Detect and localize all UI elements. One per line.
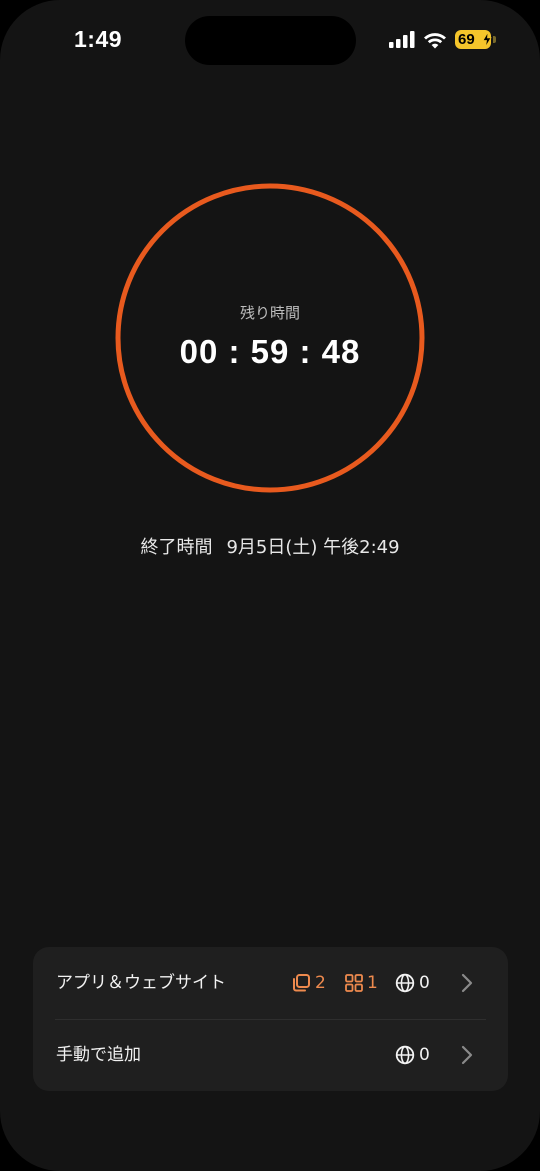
apps-count-stat: 2 [291,947,326,1019]
remaining-time-value: 00 : 59 : 48 [179,333,361,370]
blocked-items-card: アプリ＆ウェブサイト 2 1 0 手動で追加 0 [33,947,508,1091]
remaining-time-label: 残り時間 [239,304,300,322]
apps-websites-label: アプリ＆ウェブサイト [56,973,226,993]
manual-web-count-stat: 0 [395,1019,430,1091]
manual-add-label: 手動で追加 [56,1045,141,1065]
categories-count: 1 [367,973,378,993]
apps-count: 2 [315,973,326,993]
status-time: 1:49 [74,26,123,52]
apps-websites-row[interactable]: アプリ＆ウェブサイト 2 1 0 [33,947,508,1019]
battery-nub [493,36,496,43]
end-time-label: 終了時間 [140,537,213,558]
end-time-value: 9月5日(土) 午後2:49 [226,537,400,558]
bolt-icon [482,32,492,47]
cellular-signal-icon [389,31,415,48]
web-count: 0 [419,973,430,993]
categories-count-stat: 1 [345,947,378,1019]
phone-screen: 1:49 69 残り時間 00 : 59 : 48 終了時間 9月5日(土) 午後… [0,0,540,1171]
wifi-icon [424,32,446,48]
web-count-stat: 0 [395,947,430,1019]
end-time: 終了時間 9月5日(土) 午後2:49 [0,533,540,559]
globe-icon [395,1045,415,1065]
category-grid-icon [345,974,363,992]
app-stack-icon [293,974,310,992]
manual-web-count: 0 [419,1045,430,1065]
manual-add-row[interactable]: 手動で追加 0 [33,1019,508,1091]
globe-icon [395,973,415,993]
chevron-right-icon [461,973,473,993]
chevron-right-icon [461,1045,473,1065]
dynamic-island [185,16,356,65]
status-icons: 69 [389,30,496,49]
battery-charging-icon: 69 [455,30,492,49]
battery-level: 69 [458,31,475,48]
